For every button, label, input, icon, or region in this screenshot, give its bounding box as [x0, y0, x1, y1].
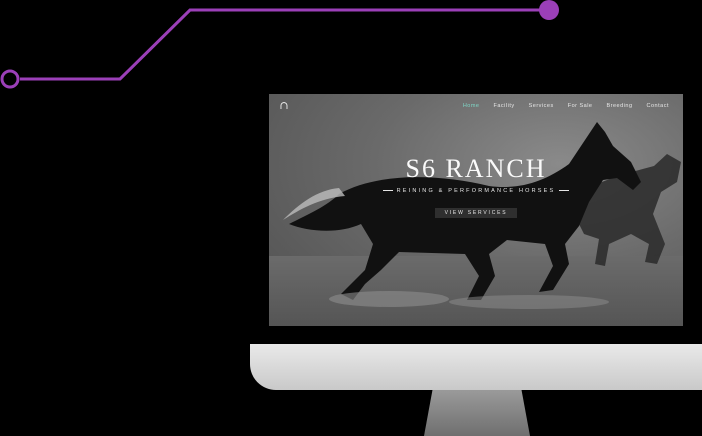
nav-home[interactable]: Home — [463, 103, 480, 109]
nav-for-sale[interactable]: For Sale — [568, 103, 593, 109]
circuit-start-node — [0, 69, 20, 89]
hero-title: S6 RANCH — [405, 154, 547, 183]
hero-subtitle: REINING & PERFORMANCE HORSES — [269, 188, 683, 194]
monitor-chin — [250, 344, 702, 390]
horseshoe-icon[interactable]: ∩ — [277, 99, 291, 113]
circuit-line — [20, 8, 540, 81]
view-services-button[interactable]: VIEW SERVICES — [435, 208, 517, 218]
site-nav: Home Facility Services For Sale Breeding… — [463, 103, 669, 109]
website-screen: ∩ Home Facility Services For Sale Breedi… — [269, 94, 683, 326]
monitor-stand — [424, 390, 530, 436]
nav-services[interactable]: Services — [529, 103, 554, 109]
circuit-end-node — [539, 0, 559, 20]
nav-facility[interactable]: Facility — [493, 103, 514, 109]
nav-breeding[interactable]: Breeding — [607, 103, 633, 109]
nav-contact[interactable]: Contact — [647, 103, 669, 109]
